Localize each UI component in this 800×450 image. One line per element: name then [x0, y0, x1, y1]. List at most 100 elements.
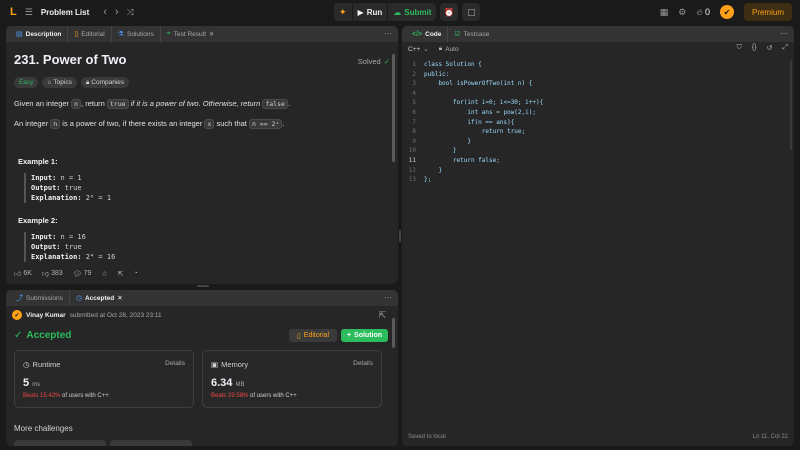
tag-icon: ⌂ — [47, 79, 52, 86]
share-icon: ⇱ — [117, 270, 124, 278]
bookmark-icon[interactable]: ⛉ — [737, 44, 742, 52]
tab-editorial[interactable]: ▯ Editorial — [68, 26, 112, 42]
explanation-label: Explanation: — [31, 194, 82, 202]
code-line: 10 } — [402, 146, 794, 156]
companies-chip[interactable]: 🔒︎ Companies — [80, 77, 130, 88]
line-text: if(n == ans){ — [424, 118, 515, 126]
language-label: C++ — [408, 45, 421, 53]
submit-button[interactable]: ☁ Submit — [388, 3, 436, 21]
premium-button[interactable]: Premium — [743, 3, 792, 21]
comments-button[interactable]: 💬︎ 79 — [73, 270, 92, 278]
tab-code[interactable]: </> Code — [406, 26, 449, 42]
description-tabs: ▤ Description ▯ Editorial ⚗ Solutions ⌖ … — [6, 26, 398, 42]
challenge-item[interactable] — [14, 440, 106, 446]
runtime-details-link[interactable]: Details — [165, 360, 185, 367]
next-problem-icon[interactable]: › — [115, 6, 119, 18]
code-line: 3 bool isPowerOfTwo(int n) { — [402, 79, 794, 89]
memory-details-link[interactable]: Details — [353, 360, 373, 367]
dislike-count: 383 — [51, 270, 63, 277]
code-line: 2 public: — [402, 70, 794, 80]
editorial-icon: ▯ — [74, 31, 79, 38]
code-editor[interactable]: 1 class Solution { 2 public: 3 bool isPowe… — [402, 60, 794, 185]
user-avatar[interactable]: ✔ — [12, 310, 22, 320]
explanation-value: 2⁰ = 1 — [81, 194, 112, 202]
tab-testcase[interactable]: ☑ Testcase — [448, 26, 495, 42]
check-circle-icon: ✓ — [383, 57, 390, 66]
tab-solutions[interactable]: ⚗ Solutions — [112, 26, 161, 42]
tab-submissions[interactable]: ⤴ Submissions — [10, 290, 70, 306]
runtime-card[interactable]: ◷ Runtime Details 5 ms Beats 15.42% of u… — [14, 350, 194, 408]
code-line: 4 — [402, 89, 794, 99]
more-options-icon[interactable]: ⋯ — [384, 29, 392, 38]
favorite-button[interactable]: ☆ — [101, 270, 107, 278]
alarm-icon: ⏰ — [444, 7, 455, 17]
code-line: 7 if(n == ans){ — [402, 118, 794, 128]
braces-icon[interactable]: {} — [752, 44, 757, 52]
user-name[interactable]: Vinay Kumar — [26, 312, 66, 319]
line-number: 4 — [412, 89, 416, 97]
streak-counter[interactable]: 🔥︎ 0 — [696, 7, 710, 18]
more-options-icon[interactable]: ⋯ — [384, 293, 392, 302]
horizontal-resize-handle[interactable] — [197, 285, 209, 287]
close-tab-icon[interactable]: ✕ — [117, 294, 122, 302]
example-1-block: Input: n = 1 Output: true Explanation: 2… — [24, 173, 111, 203]
line-text: return false; — [424, 156, 500, 164]
help-icon: ◔ — [133, 270, 138, 277]
submission-scrollbar[interactable] — [392, 318, 395, 348]
auto-mode[interactable]: 🔒︎ Auto — [439, 45, 459, 53]
input-label: Input: — [31, 174, 57, 182]
like-button[interactable]: 👍︎ 6K — [14, 269, 32, 278]
fullscreen-icon[interactable]: ⤢ — [782, 44, 788, 52]
run-button[interactable]: ▶ Run — [353, 3, 389, 21]
close-tab-icon[interactable]: ✕ — [209, 30, 214, 38]
share-button[interactable]: ⇱ — [118, 270, 124, 278]
shuffle-icon[interactable]: ⤨ — [127, 7, 134, 18]
timer-button[interactable]: ⏰ — [440, 3, 459, 21]
solved-label: Solved — [357, 57, 381, 66]
tab-accepted[interactable]: ◷ Accepted ✕ — [70, 290, 129, 306]
example-2-block: Input: n = 16 Output: true Explanation: … — [24, 232, 115, 262]
leetcode-logo-icon[interactable]: L — [10, 6, 17, 18]
topics-chip[interactable]: ⌂ Topics — [42, 77, 77, 88]
tab-label: Editorial — [81, 30, 105, 38]
description-scrollbar[interactable] — [392, 54, 395, 162]
text: such that — [214, 119, 249, 128]
vertical-resize-handle[interactable] — [399, 230, 401, 242]
line-text: int ans = pow(2,i); — [424, 108, 536, 116]
share-icon[interactable]: ⇱ — [378, 310, 386, 321]
user-avatar[interactable]: ✔ — [719, 5, 734, 19]
accepted-icon: ◷ — [75, 295, 82, 302]
tab-description[interactable]: ▤ Description — [10, 26, 69, 42]
line-text: public: — [424, 70, 450, 78]
example-1-title: Example 1: — [18, 157, 58, 166]
challenge-item[interactable] — [110, 440, 192, 446]
inline-code: n — [50, 119, 61, 129]
line-number: 5 — [412, 99, 416, 107]
problem-list-link[interactable]: Problem List — [41, 8, 89, 17]
memory-card[interactable]: ▣ Memory Details 6.34 MB Beats 29.58% of… — [202, 350, 382, 408]
feedback-button[interactable]: ◔ — [134, 270, 138, 277]
solution-button[interactable]: + Solution — [341, 329, 388, 342]
editorial-button[interactable]: ▯ Editorial — [289, 329, 337, 342]
solution-label: Solution — [354, 332, 383, 339]
settings-icon[interactable]: ⚙ — [678, 7, 686, 18]
code-line: 13}; — [402, 175, 794, 185]
companies-label: Companies — [91, 79, 125, 86]
code-scrollbar[interactable] — [790, 60, 792, 150]
language-select[interactable]: C++ ⌄ — [408, 45, 429, 54]
top-bar-left: L ☰ Problem List ‹ › ⤨ — [10, 4, 134, 20]
layout-icon[interactable]: ▦ — [660, 7, 669, 18]
tab-test-result[interactable]: ⌖ Test Result ✕ — [161, 26, 221, 42]
problem-list-icon[interactable]: ☰ — [25, 7, 33, 18]
memory-title: ▣ Memory — [211, 360, 248, 369]
prev-problem-icon[interactable]: ‹ — [103, 6, 107, 18]
debug-button[interactable]: ✦ — [334, 3, 353, 21]
output-label: Output: — [31, 243, 61, 251]
more-options-icon[interactable]: ⋯ — [780, 29, 788, 38]
dislike-button[interactable]: 👎︎ 383 — [42, 269, 63, 278]
notes-button[interactable]: ▢ — [462, 3, 481, 21]
runtime-number: 5 — [23, 377, 30, 389]
submission-time: submitted at Oct 28, 2023 23:11 — [69, 311, 162, 319]
reset-icon[interactable]: ↺ — [767, 44, 773, 52]
line-number: 7 — [412, 118, 416, 126]
